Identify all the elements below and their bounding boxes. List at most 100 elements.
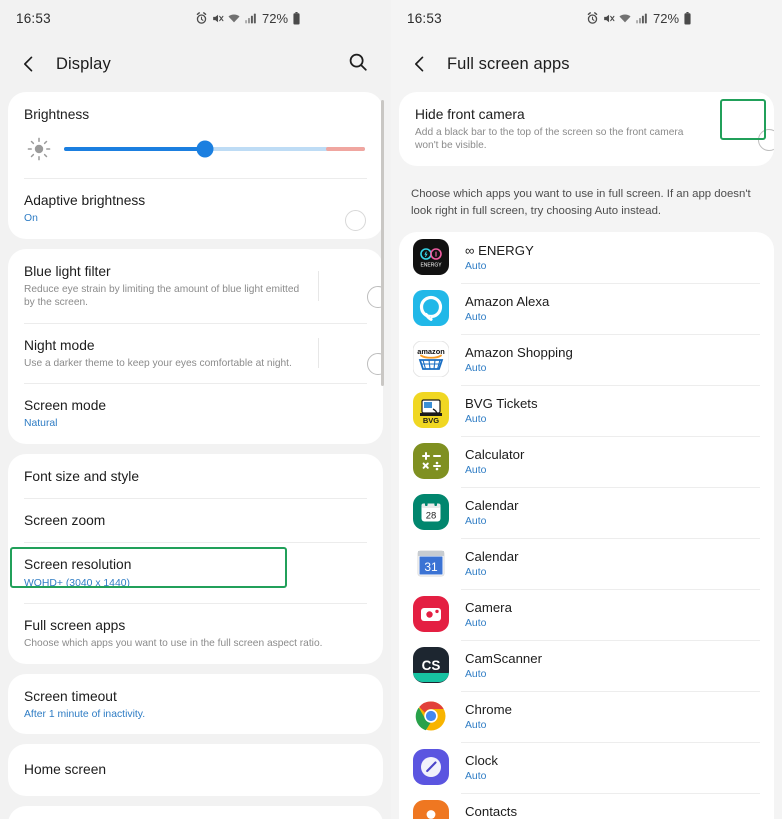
app-row[interactable]: 28 Calendar Auto (399, 486, 774, 538)
screen-timeout-row[interactable]: Screen timeout After 1 minute of inactiv… (10, 674, 381, 735)
screen-mode-row[interactable]: Screen mode Natural (10, 383, 381, 444)
app-mode-value: Auto (465, 618, 487, 630)
app-name: Contacts (465, 803, 518, 819)
app-name: ∞ ENERGY (465, 242, 534, 258)
toggle-knob (344, 210, 366, 232)
app-row[interactable]: ENERGY ∞ ENERGY Auto (399, 232, 774, 283)
svg-text:CS: CS (422, 658, 441, 673)
energy-app-icon: ENERGY (413, 239, 449, 276)
google-calendar-app-icon: 31 (413, 545, 449, 581)
full-screen-apps-sub: Choose which apps you want to use in the… (24, 638, 323, 650)
chrome-app-icon (413, 698, 449, 734)
app-text: Calendar Auto (465, 549, 519, 579)
battery-icon (292, 11, 301, 25)
status-bar-clock: 16:53 (407, 10, 442, 26)
hide-front-camera-row[interactable]: Hide front camera Add a black bar to the… (401, 92, 774, 166)
wifi-icon (227, 12, 241, 25)
brightness-slider[interactable] (64, 140, 365, 158)
screen-timeout-label: Screen timeout (24, 688, 117, 704)
app-name: Camera (465, 599, 512, 615)
brightness-slider-knob[interactable] (196, 140, 214, 158)
page-title: Display (56, 54, 111, 73)
font-size-row[interactable]: Font size and style (10, 454, 381, 498)
app-row[interactable]: 31 Calendar Auto (399, 537, 774, 589)
edge-screen-row[interactable]: Edge screen Change the Edge panels or Ed… (10, 806, 381, 819)
camscanner-app-icon: CS (413, 647, 449, 684)
screen-zoom-row[interactable]: Screen zoom (10, 498, 381, 542)
app-text: ContactsAuto (465, 804, 517, 819)
app-row[interactable]: Clock Auto (399, 741, 774, 793)
app-name: BVG Tickets (465, 395, 538, 411)
app-mode-value: Auto (465, 771, 487, 783)
app-text: Camera Auto (465, 600, 512, 630)
full-screen-apps-row[interactable]: Full screen apps Choose which apps you w… (10, 603, 381, 663)
mute-icon (211, 12, 224, 25)
svg-text:28: 28 (426, 511, 437, 522)
signal-icon (244, 12, 257, 25)
app-name: Chrome (465, 701, 512, 717)
night-mode-sub: Use a darker theme to keep your eyes com… (24, 357, 292, 369)
brightness-slider-line (24, 136, 367, 162)
full-screen-apps-content: Hide front camera Add a black bar to the… (391, 92, 782, 819)
hide-front-camera-card: Hide front camera Add a black bar to the… (399, 92, 774, 166)
brightness-card: Brightness Adaptive brightness On (8, 92, 383, 239)
status-bar-icons: 72% (586, 0, 692, 36)
alexa-app-icon (413, 290, 449, 327)
screen-zoom-label: Screen zoom (24, 513, 106, 529)
app-mode-value: Auto (465, 567, 487, 579)
home-screen-row[interactable]: Home screen (10, 744, 381, 795)
screen-resolution-row[interactable]: Screen resolution WQHD+ (3040 x 1440) (10, 542, 381, 603)
back-chevron-icon[interactable] (407, 51, 433, 77)
app-name: Calendar (465, 497, 519, 513)
app-row[interactable]: amazon Amazon Shopping Auto (399, 333, 774, 385)
svg-text:BVG: BVG (423, 416, 439, 425)
app-row[interactable]: Amazon Alexa Auto (399, 282, 774, 334)
app-list: ENERGY ∞ ENERGY Auto Amazon Alexa Auto amazon… (399, 231, 774, 819)
app-text: Chrome Auto (465, 702, 512, 732)
svg-text:ENERGY: ENERGY (420, 263, 442, 269)
bvg-app-icon: BVG (413, 392, 449, 429)
app-text: Calendar Auto (465, 498, 519, 528)
display-settings-panel: 16:53 72% Display Brightness Adaptive br… (0, 0, 391, 819)
app-row[interactable]: Chrome Auto (399, 690, 774, 742)
app-text: Calculator Auto (465, 447, 524, 477)
search-icon[interactable] (347, 51, 373, 77)
app-name: Calculator (465, 446, 525, 462)
app-name: Amazon Alexa (465, 293, 550, 309)
blue-light-filter-sub: Reduce eye strain by limiting the amount… (24, 284, 300, 309)
full-screen-apps-description: Choose which apps you want to use in ful… (411, 187, 751, 217)
app-name: CamScanner (465, 650, 542, 666)
scrollbar-left[interactable] (381, 100, 384, 386)
night-mode-row[interactable]: Night mode Use a darker theme to keep yo… (10, 322, 383, 383)
app-text: ∞ ENERGY Auto (465, 243, 534, 273)
battery-icon (683, 11, 692, 25)
signal-icon (635, 12, 648, 25)
mute-icon (602, 12, 615, 25)
app-mode-value: Auto (465, 720, 487, 732)
app-row[interactable]: Camera Auto (399, 588, 774, 640)
hide-front-camera-label: Hide front camera (415, 107, 525, 122)
toggle-divider (318, 270, 319, 301)
wifi-icon (618, 12, 632, 25)
app-row[interactable]: Calculator Auto (399, 435, 774, 487)
calculator-app-icon (413, 443, 449, 480)
status-bar-left: 16:53 72% (0, 0, 391, 36)
adaptive-brightness-row[interactable]: Adaptive brightness On (10, 178, 381, 239)
night-mode-label: Night mode (24, 337, 95, 353)
full-screen-apps-panel: 16:53 72% Full screen apps Hide front ca… (391, 0, 782, 819)
blue-light-filter-row[interactable]: Blue light filter Reduce eye strain by l… (10, 249, 383, 323)
adaptive-brightness-value: On (24, 213, 38, 225)
screen-timeout-value: After 1 minute of inactivity. (24, 708, 146, 720)
toggle-circle-left (758, 128, 774, 151)
app-row[interactable]: BVG BVG Tickets Auto (399, 384, 774, 436)
app-row[interactable]: ContactsAuto (399, 792, 774, 819)
brightness-row[interactable]: Brightness (10, 92, 381, 178)
alarm-icon (586, 11, 599, 25)
back-chevron-icon[interactable] (16, 51, 42, 77)
edge-screen-card: Edge screen Change the Edge panels or Ed… (8, 805, 383, 819)
app-mode-value: Auto (465, 414, 487, 426)
battery-percent-label: 72% (262, 10, 289, 26)
app-row[interactable]: CS CamScanner Auto (399, 639, 774, 691)
app-name: Amazon Shopping (465, 344, 573, 360)
action-bar-left: Display (0, 36, 391, 92)
